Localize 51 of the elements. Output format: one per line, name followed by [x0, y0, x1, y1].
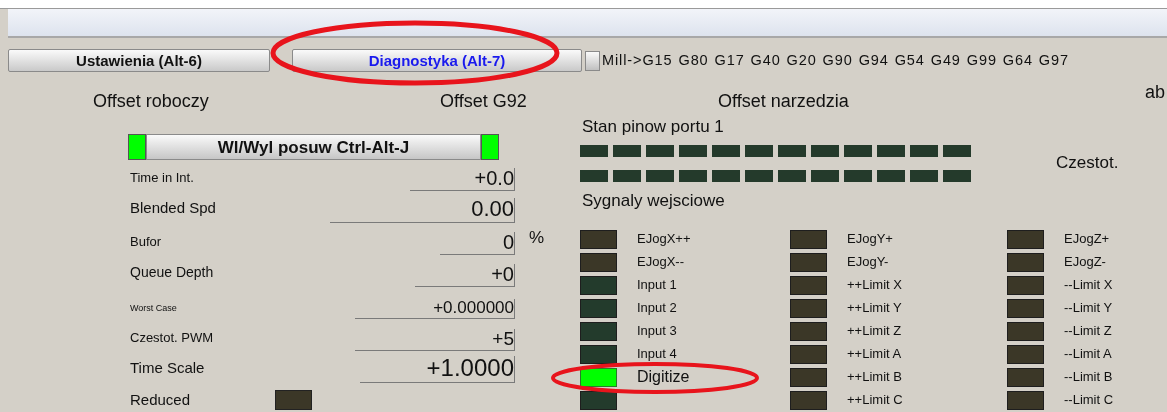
readout-label: Blended Spd [130, 197, 217, 218]
section-title: Stan pinow portu 1 [582, 118, 725, 135]
signal-label: EJogX++ [637, 230, 691, 249]
section-header: Offset roboczy [93, 89, 210, 113]
readout-value: +0.0 [410, 168, 515, 191]
readout-value: 0 [440, 232, 515, 255]
frequency-label: Czestot. [1056, 152, 1119, 174]
tab-button[interactable]: Diagnostyka (Alt-7) [292, 49, 582, 72]
readout-value: +1.0000 [360, 356, 515, 383]
readout-label: Bufor [130, 232, 163, 251]
readout-label: Time in Int. [130, 168, 195, 187]
signal-label: ++Limit Y [847, 299, 902, 318]
signal-label: Input 2 [637, 299, 677, 318]
signal-label: EJogY+ [847, 230, 893, 249]
readout-label: Worst Case [130, 301, 178, 315]
gcode-status: Mill->G15 G80 G17 G40 G20 G90 G94 G54 G49 G99 G64 G97 [602, 50, 1069, 70]
section-header: Offset narzedzia [718, 89, 850, 113]
signal-label: ++Limit C [847, 391, 903, 410]
readout-value: +0 [415, 264, 515, 287]
section-header: ab [1144, 80, 1165, 104]
signal-label: EJogZ+ [1064, 230, 1110, 249]
signal-label: --Limit C [1064, 391, 1114, 410]
signal-label: Input 3 [637, 322, 677, 341]
signal-label: ++Limit A [847, 345, 902, 364]
unit-label: % [529, 226, 545, 249]
readout-label: Reduced [130, 390, 192, 410]
section-title: Sygnaly wejsciowe [582, 190, 726, 212]
readout-value: +0.000000 [355, 299, 515, 319]
signal-label: ++Limit Z [847, 322, 902, 341]
signal-label: --Limit Z [1064, 322, 1112, 341]
signal-label: --Limit A [1064, 345, 1112, 364]
signal-label: Digitize [637, 367, 690, 387]
section-header: Offset G92 [439, 89, 528, 113]
feed-toggle-button[interactable]: Wl/Wyl posuw Ctrl-Alt-J [146, 134, 481, 160]
readout-label: Time Scale [130, 357, 206, 378]
signal-label: --Limit Y [1064, 299, 1113, 318]
tab-button[interactable]: Ustawienia (Alt-6) [8, 49, 270, 72]
readout-value: 0.00 [330, 198, 515, 223]
signal-label: --Limit B [1064, 368, 1113, 387]
signal-label: EJogX-- [637, 253, 684, 272]
readout-value: +5 [355, 329, 515, 351]
signal-label: EJogY- [847, 253, 889, 272]
readout-label: Czestot. PWM [130, 328, 215, 347]
small-button[interactable] [585, 50, 600, 71]
signal-label: ++Limit B [847, 368, 902, 387]
signal-label: ++Limit X [847, 276, 902, 295]
readout-label: Queue Depth [130, 263, 215, 282]
signal-label: EJogZ- [1064, 253, 1106, 272]
signal-label: Input 1 [637, 276, 677, 295]
signal-label: --Limit X [1064, 276, 1113, 295]
signal-label: Input 4 [637, 345, 677, 364]
